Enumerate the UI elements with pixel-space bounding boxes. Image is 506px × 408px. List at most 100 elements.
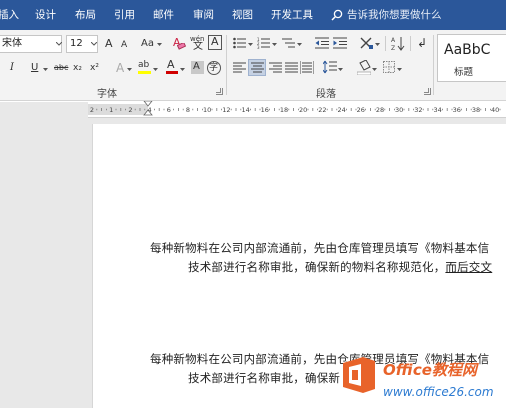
font-color-bar [166,71,178,74]
ribbon: 宋体 12 A A Aa A wén 文 A I U abc x₂ x² A a… [0,30,506,101]
ruler-label: 20 [299,106,307,114]
ruler-label: 12 [222,106,230,114]
tab-view[interactable]: 视图 [232,0,253,30]
horizontal-ruler[interactable]: 2 1 2 4 6 8 10 12 14 16 18 20 22 24 26 28 30 32 34 36 38 40 [88,101,506,118]
svg-text:Z: Z [391,45,395,51]
show-hide-marks-button[interactable]: ↲ [417,35,427,51]
tell-me-text: 告诉我你想要做什么 [347,9,442,21]
font-color-button[interactable]: A [166,58,178,76]
numbering-icon[interactable]: 123 [257,37,271,49]
ruler-label: 16 [261,106,269,114]
increase-indent-icon[interactable] [333,37,347,49]
tab-mailings[interactable]: 邮件 [153,0,174,30]
text-effects-button[interactable]: A [116,60,124,76]
clear-format-button[interactable]: A [173,36,186,50]
character-shading-button[interactable]: A [191,61,204,74]
decrease-indent-icon[interactable] [315,37,329,49]
phonetic-guide-button[interactable]: wén 文 [190,35,206,52]
group-separator [433,35,434,95]
font-name-value: 宋体 [2,38,22,49]
eraser-icon [177,43,186,50]
chevron-down-icon [372,68,377,71]
underline-button[interactable]: U [31,60,38,76]
chevron-down-icon [127,68,132,71]
ruler-label: 34 [433,106,441,114]
chevron-down-icon [180,68,185,71]
paragraph-1-line-2-text: 技术部进行名称审批，确保新的物料名称规范化， [188,260,446,274]
tab-references[interactable]: 引用 [114,0,135,30]
strikethrough-button[interactable]: abc [54,60,68,76]
chevron-down-icon [375,43,380,46]
paragraph-group-label: 段落 [316,89,336,100]
chinese-layout-icon[interactable] [359,36,374,50]
subscript-button[interactable]: x₂ [73,60,82,76]
italic-button[interactable]: I [10,60,14,76]
highlight-button[interactable]: ab [138,60,152,76]
paragraph-2-line-2: 技术部进行名称审批，确保新 [188,371,341,385]
ruler-label: 10 [203,106,211,114]
ruler-label: 22 [318,106,326,114]
watermark-logo: Office教程网 www.office26.com [339,355,506,408]
tab-insert[interactable]: 插入 [0,0,19,30]
svg-text:3: 3 [257,45,260,49]
style-gallery-item[interactable]: AaBbC 标题 [437,34,506,82]
character-border-label: A [211,35,219,48]
ruler-label: 2 [90,106,94,114]
shading-bucket-icon[interactable] [357,60,371,75]
bullets-icon[interactable] [233,37,247,49]
grow-font-button[interactable]: A [105,36,113,52]
multilevel-list-icon[interactable] [282,37,296,49]
chevron-down-icon [157,43,162,46]
font-dialog-launcher[interactable] [216,88,223,95]
style-name: 标题 [454,67,474,78]
watermark-brand: Office教程网 [383,361,477,379]
ruler-label: 36 [453,106,461,114]
phonetic-char: 文 [193,41,203,52]
ribbon-tab-bar: 插入 设计 布局 引用 邮件 审阅 视图 开发工具 告诉我你想要做什么 [0,0,506,30]
ruler-scale: 2 1 2 4 6 8 10 12 14 16 18 20 22 24 26 28 30 32 34 36 38 40 [88,101,501,116]
font-size-value: 12 [70,38,83,49]
ruler-label: 1 [109,106,113,114]
chevron-down-icon [43,68,48,71]
character-shading-label: A [193,61,200,72]
highlight-color-bar [138,71,151,74]
ruler-label: 2 [128,106,132,114]
style-sample-text: AaBbC [444,42,491,58]
ruler-label: 26 [357,106,365,114]
font-name-box[interactable]: 宋体 [0,35,62,53]
ruler-label: 32 [414,106,422,114]
align-right-icon[interactable] [269,62,282,73]
chevron-down-icon [153,68,158,71]
character-border-button[interactable]: A [208,35,222,50]
align-left-icon[interactable] [233,62,246,73]
navigation-area [0,102,92,408]
superscript-button[interactable]: x² [90,60,99,76]
tab-developer[interactable]: 开发工具 [271,0,313,30]
ruler-label: 4 [148,106,152,114]
sort-icon[interactable]: AZ [391,36,405,51]
svg-text:A: A [391,37,396,44]
borders-icon[interactable] [383,61,395,73]
chevron-down-icon[interactable] [56,42,62,46]
align-center-button[interactable] [248,59,266,76]
change-case-button[interactable]: Aa [141,36,154,52]
paragraph-1-line-2: 技术部进行名称审批，确保新的物料名称规范化，而后交文 [188,259,492,275]
toolbar-separator [385,36,386,51]
chevron-down-icon[interactable] [91,42,97,46]
distributed-icon[interactable] [300,61,314,74]
tab-review[interactable]: 审阅 [193,0,214,30]
toolbar-separator [410,36,411,51]
shrink-font-button[interactable]: A [121,37,127,53]
ruler-label: 38 [472,106,480,114]
ruler-label: 6 [167,106,171,114]
line-spacing-icon[interactable] [323,60,337,74]
justify-icon[interactable] [285,62,298,73]
paragraph-1-line-2-underlined: 而后交文 [445,260,493,274]
tab-layout[interactable]: 布局 [75,0,96,30]
tab-design[interactable]: 设计 [35,0,56,30]
align-center-icon [251,62,264,73]
ruler-label: 30 [395,106,403,114]
paragraph-dialog-launcher[interactable] [424,88,431,95]
enclose-characters-button[interactable]: 字 [207,61,221,75]
chevron-down-icon [248,43,253,46]
